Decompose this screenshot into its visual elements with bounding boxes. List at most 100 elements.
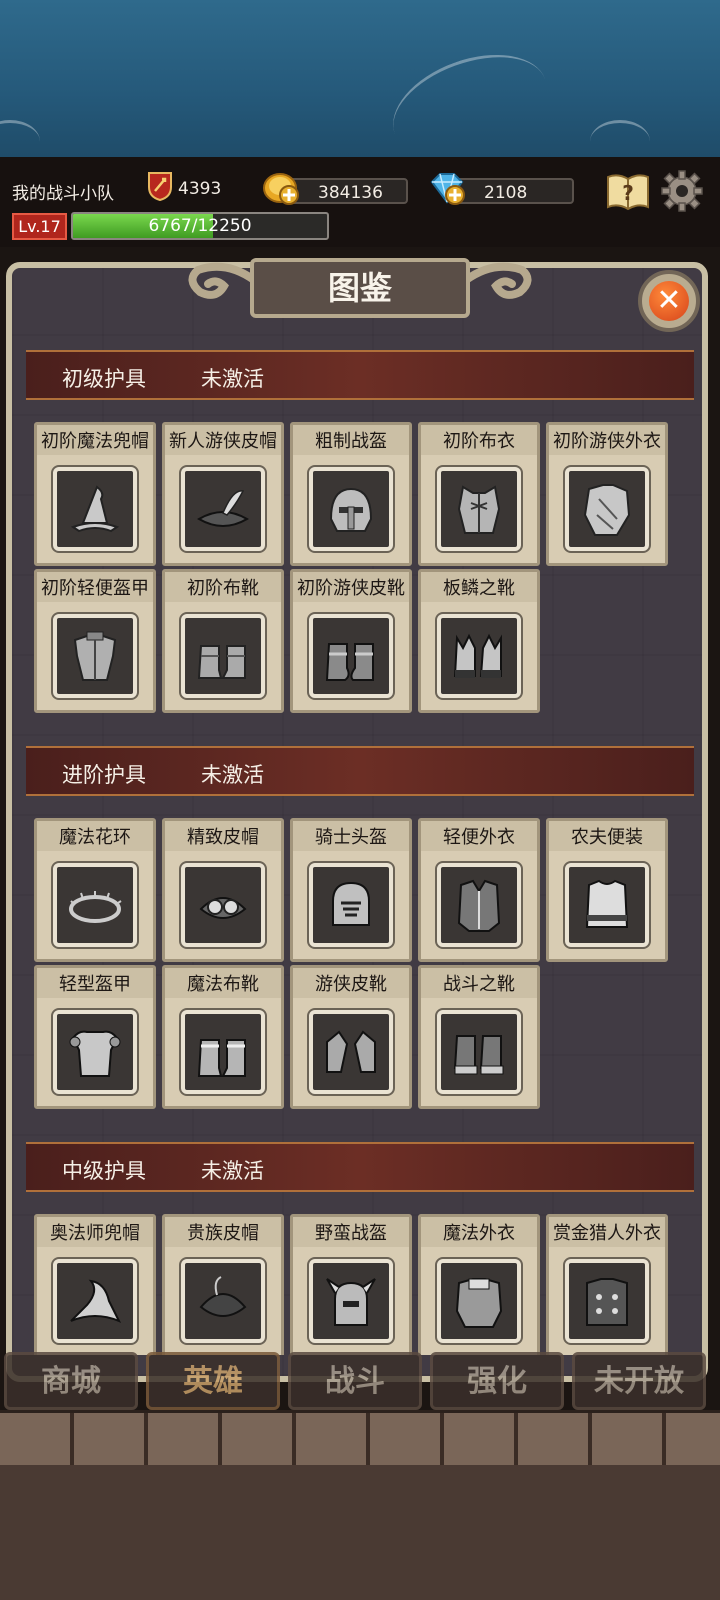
leather-boots-icon bbox=[325, 643, 374, 681]
light-coat-icon bbox=[457, 879, 501, 932]
collection-card[interactable]: 粗制战盔 bbox=[290, 422, 412, 566]
item-slot bbox=[309, 1010, 393, 1094]
card-label: 骑士头盔 bbox=[315, 827, 387, 848]
collection-card[interactable]: 战斗之靴 bbox=[418, 965, 540, 1109]
noble-hat-icon bbox=[199, 1276, 247, 1317]
item-slot bbox=[437, 467, 521, 551]
section-status: 未激活 bbox=[201, 763, 264, 787]
bottom-nav: 商城 英雄 战斗 强化 未开放 bbox=[0, 1352, 720, 1414]
brick-wall bbox=[0, 1410, 720, 1471]
xp-text: 6767/12250 bbox=[148, 216, 252, 236]
card-label: 战斗之靴 bbox=[443, 974, 515, 995]
section-header: 中级护具 未激活 bbox=[26, 1142, 694, 1192]
collection-card[interactable]: 骑士头盔 bbox=[290, 818, 412, 962]
collection-card[interactable]: 初阶游侠皮靴 bbox=[290, 569, 412, 713]
item-slot bbox=[181, 614, 265, 698]
section-name: 进阶护具 bbox=[62, 763, 146, 787]
collection-card[interactable]: 游侠皮靴 bbox=[290, 965, 412, 1109]
card-label: 板鳞之靴 bbox=[443, 578, 515, 599]
top-status-bar: 我的战斗小队 4393 384136 2108 ? Lv.17 6767/122… bbox=[0, 157, 720, 247]
collection-card[interactable]: 奥法师兜帽 bbox=[34, 1214, 156, 1355]
collection-card[interactable]: 贵族皮帽 bbox=[162, 1214, 284, 1355]
gem-counter: 2108 bbox=[448, 178, 574, 204]
card-label: 初阶魔法兜帽 bbox=[41, 431, 149, 452]
xp-bar: 6767/12250 bbox=[71, 212, 329, 240]
nav-button[interactable]: 商城 bbox=[4, 1352, 138, 1410]
card-label: 轻型盔甲 bbox=[59, 974, 131, 995]
nav-button[interactable]: 英雄 bbox=[146, 1352, 280, 1410]
card-label: 初阶轻便盔甲 bbox=[41, 578, 149, 599]
item-slot bbox=[53, 467, 137, 551]
gold-counter: 384136 bbox=[282, 178, 408, 204]
nav-button[interactable]: 战斗 bbox=[288, 1352, 422, 1410]
card-label: 初阶布衣 bbox=[443, 431, 515, 452]
card-label: 魔法布靴 bbox=[187, 974, 259, 995]
collection-card[interactable]: 野蛮战盔 bbox=[290, 1214, 412, 1355]
team-name: 我的战斗小队 bbox=[12, 184, 114, 204]
collection-card[interactable]: 农夫便装 bbox=[546, 818, 668, 962]
archmage-hood-icon bbox=[70, 1279, 122, 1323]
gem-add-icon[interactable] bbox=[428, 170, 466, 206]
nav-button[interactable]: 未开放 bbox=[572, 1352, 706, 1410]
chest-armor-icon bbox=[69, 1030, 121, 1077]
collection-card[interactable]: 新人游侠皮帽 bbox=[162, 422, 284, 566]
item-slot bbox=[53, 1010, 137, 1094]
item-slot bbox=[437, 1010, 521, 1094]
item-slot bbox=[181, 863, 265, 947]
card-label: 奥法师兜帽 bbox=[50, 1223, 140, 1244]
collection-card[interactable]: 魔法布靴 bbox=[162, 965, 284, 1109]
card-label: 初阶游侠皮靴 bbox=[297, 578, 405, 599]
card-label: 贵族皮帽 bbox=[187, 1223, 259, 1244]
collection-card[interactable]: 精致皮帽 bbox=[162, 818, 284, 962]
collection-card[interactable]: 轻便外衣 bbox=[418, 818, 540, 962]
item-slot bbox=[309, 1259, 393, 1343]
collection-card[interactable]: 初阶布靴 bbox=[162, 569, 284, 713]
item-slot bbox=[181, 1259, 265, 1343]
section-status: 未激活 bbox=[201, 367, 264, 391]
gear-icon[interactable] bbox=[660, 169, 704, 213]
thorn-wreath-icon bbox=[69, 891, 122, 923]
card-label: 赏金猎人外衣 bbox=[553, 1223, 661, 1244]
svg-text:?: ? bbox=[622, 181, 634, 205]
item-slot bbox=[565, 467, 649, 551]
collection-card[interactable]: 魔法外衣 bbox=[418, 1214, 540, 1355]
item-slot bbox=[437, 614, 521, 698]
book-help-icon[interactable]: ? bbox=[605, 171, 651, 211]
knight-helmet-icon bbox=[332, 881, 370, 926]
bounty-coat-icon bbox=[586, 1278, 628, 1326]
collection-card[interactable]: 初阶布衣 bbox=[418, 422, 540, 566]
helmet-icon bbox=[329, 487, 373, 532]
close-icon: ✕ bbox=[649, 281, 689, 321]
card-label: 农夫便装 bbox=[571, 827, 643, 848]
horned-helmet-icon bbox=[326, 1278, 376, 1326]
ground-decoration bbox=[0, 1465, 720, 1600]
title-ornament-right bbox=[464, 262, 532, 299]
goggles-cap-icon bbox=[199, 897, 247, 919]
item-slot bbox=[53, 1259, 137, 1343]
ranger-boots-icon bbox=[326, 1030, 376, 1073]
section-name: 初级护具 bbox=[62, 367, 146, 391]
ranger-coat-icon bbox=[583, 484, 631, 536]
light-armor-icon bbox=[73, 631, 117, 681]
collection-card[interactable]: 轻型盔甲 bbox=[34, 965, 156, 1109]
collection-card[interactable]: 魔法花环 bbox=[34, 818, 156, 962]
close-button[interactable]: ✕ bbox=[638, 270, 700, 332]
card-label: 精致皮帽 bbox=[187, 827, 259, 848]
card-label: 野蛮战盔 bbox=[315, 1223, 387, 1244]
card-label: 粗制战盔 bbox=[315, 431, 387, 452]
gold-add-icon[interactable] bbox=[262, 170, 300, 206]
collection-card[interactable]: 赏金猎人外衣 bbox=[546, 1214, 668, 1355]
item-slot bbox=[181, 1010, 265, 1094]
collection-card[interactable]: 初阶游侠外衣 bbox=[546, 422, 668, 566]
card-label: 游侠皮靴 bbox=[315, 974, 387, 995]
collection-list[interactable]: 初级护具 未激活 初阶魔法兜帽 新人游侠皮帽 粗制战盔 初阶布衣 初阶游侠外衣 初阶轻便盔甲初… bbox=[26, 350, 694, 1355]
level-badge: Lv.17 bbox=[12, 213, 67, 240]
gem-value: 2108 bbox=[484, 183, 528, 203]
nav-button[interactable]: 强化 bbox=[430, 1352, 564, 1410]
collection-card[interactable]: 初阶轻便盔甲 bbox=[34, 569, 156, 713]
card-label: 初阶布靴 bbox=[187, 578, 259, 599]
panel-title: 图鉴 bbox=[250, 258, 470, 318]
collection-card[interactable]: 板鳞之靴 bbox=[418, 569, 540, 713]
sky-background bbox=[0, 0, 720, 157]
collection-card[interactable]: 初阶魔法兜帽 bbox=[34, 422, 156, 566]
